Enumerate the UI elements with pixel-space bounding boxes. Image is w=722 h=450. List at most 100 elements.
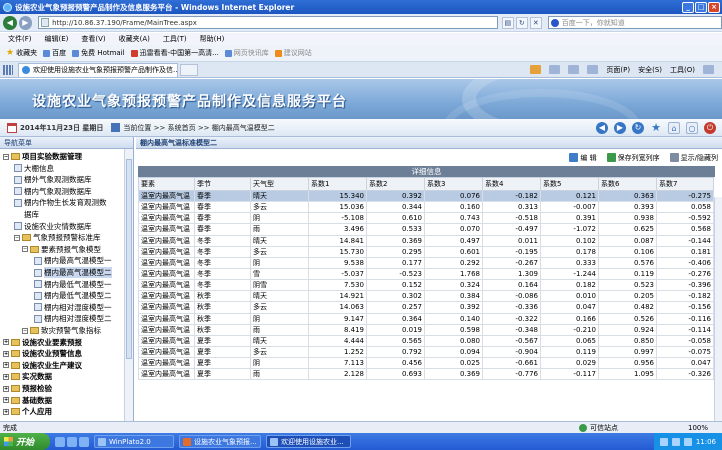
column-header[interactable]: 季节 [194, 177, 251, 191]
expand-toggle-icon[interactable]: + [3, 373, 9, 380]
fav-item-hotmail[interactable]: 免费 Hotmail [72, 48, 125, 58]
fav-item-xunlei[interactable]: 迅雷看看-中国第一高清... [130, 48, 219, 58]
tray-security-icon[interactable] [683, 437, 692, 446]
column-header[interactable]: 系数5 [540, 177, 599, 191]
stop-icon[interactable]: ✕ [529, 16, 542, 29]
tree-root-item[interactable]: + 个人应用 [3, 406, 52, 417]
refresh-icon[interactable]: ↻ [632, 121, 644, 134]
expand-toggle-icon[interactable]: + [3, 397, 9, 404]
cmd-tools[interactable]: 工具(O) [670, 65, 695, 75]
zoom-level[interactable]: 100% [688, 424, 708, 432]
power-icon[interactable]: ⏻ [704, 121, 716, 134]
feeds-icon[interactable] [549, 65, 561, 74]
expand-toggle-icon[interactable]: + [3, 385, 9, 392]
task-ie[interactable]: 欢迎使用设施农业... [266, 435, 351, 448]
tree-leaf-item[interactable]: 设施农业灾情数据库 [14, 221, 92, 232]
tab-main[interactable]: 欢迎使用设施农业气象预报预警产品制作及信... [18, 62, 178, 77]
home-icon[interactable] [530, 65, 542, 74]
table-row[interactable]: 温室内最高气温 夏季雨 2.128 0.693 0.369 -0.776 -0.117 1.0… [138, 368, 714, 381]
fav-item-suggested[interactable]: 建议网站 [274, 48, 312, 58]
table-row[interactable]: 温室内最高气温 冬季 晴天 14.841 0.369 0.497 0.011 0.102 0.0… [138, 234, 714, 247]
cmd-page[interactable]: 页面(P) [606, 65, 630, 75]
column-header[interactable]: 系数1 [308, 177, 367, 191]
expand-toggle-icon[interactable]: − [22, 327, 28, 334]
task-winplato[interactable]: WinPlato2.0 [94, 435, 174, 448]
menu-file[interactable]: 文件(F) [8, 34, 32, 44]
ie-quicklaunch-icon[interactable] [55, 436, 65, 447]
favorite-star-icon[interactable]: ★ [650, 121, 662, 134]
menu-view[interactable]: 查看(V) [81, 34, 105, 44]
scrollbar-thumb[interactable] [126, 159, 132, 359]
tree-leaf-item[interactable]: 棚内气象观测数据库 [14, 186, 92, 197]
tree-leaf-item[interactable]: 棚内作物生长发育观测数 [14, 197, 107, 208]
security-zone[interactable]: 可信站点 [578, 423, 618, 433]
search-icon[interactable]: ○ [686, 121, 698, 134]
table-row[interactable]: 温室内最高气温 夏季 多云 1.252 0.792 0.094 -0.904 0.119 0.9… [138, 345, 714, 359]
show-hide-columns-button[interactable]: 显示/隐藏列 [669, 153, 718, 163]
minimize-button[interactable]: _ [682, 1, 694, 13]
tree-root-item[interactable]: + 预报检验 [3, 383, 52, 394]
table-row[interactable]: 温室内最高气温 冬季 阴雪 7.530 0.152 0.324 0.164 0.182 0.52… [138, 279, 714, 292]
column-header[interactable]: 系数7 [656, 177, 714, 191]
tree-leaf-item[interactable]: 棚内最低气温模型二 [34, 290, 112, 301]
breadcrumb-path[interactable]: >> 系统首页 >> 棚内最高气温模型二 [154, 124, 275, 132]
table-row[interactable]: 温室内最高气温 春季阴 -5.108 0.610 0.743 -0.518 0.391 0.9… [138, 212, 714, 225]
expand-toggle-icon[interactable]: + [3, 350, 9, 357]
new-tab-button[interactable] [180, 63, 198, 76]
menu-favorites[interactable]: 收藏夹(A) [119, 34, 150, 44]
cmd-safety[interactable]: 安全(S) [638, 65, 662, 75]
home-icon[interactable]: ⌂ [668, 121, 680, 134]
table-row[interactable]: 温室内最高气温 秋季 多云 14.063 0.257 0.392 -0.336 0.047 0.… [138, 301, 714, 314]
tree-root-item[interactable]: + 设施农业生产建议 [3, 360, 82, 371]
menu-help[interactable]: 帮助(H) [200, 34, 225, 44]
table-row[interactable]: 温室内最高气温 冬季 多云 15.730 0.295 0.601 -0.195 0.178 0.… [138, 245, 714, 258]
column-header[interactable]: 系数6 [598, 177, 657, 191]
compat-view-icon[interactable]: ▤ [501, 16, 514, 29]
forward-button[interactable]: ▶ [18, 15, 33, 30]
tree-root-item[interactable]: + 设施农业要素预报 [3, 337, 82, 348]
expand-toggle-icon[interactable]: − [22, 246, 28, 253]
table-row[interactable]: 温室内最高气温 冬季阴 9.538 0.177 0.292 -0.267 0.333 0.57… [138, 256, 714, 269]
url-field[interactable]: http://10.86.37.190/Frame/MainTree.aspx [38, 16, 498, 29]
refresh-icon[interactable]: ↻ [515, 16, 528, 29]
tree-root-item[interactable]: + 设施农业预警信息 [3, 348, 82, 359]
maximize-button[interactable]: □ [695, 1, 707, 13]
desktop-quicklaunch-icon[interactable] [67, 436, 77, 447]
print-icon[interactable] [587, 65, 599, 74]
tree-leaf-item[interactable]: 棚内最高气温模型二 [34, 267, 112, 278]
expand-toggle-icon[interactable]: + [3, 339, 9, 346]
table-row[interactable]: 温室内最高气温 夏季 晴天 4.444 0.565 0.080 -0.567 0.065 0.8… [138, 334, 714, 347]
column-header[interactable]: 系数2 [366, 177, 425, 191]
tray-volume-icon[interactable] [671, 437, 680, 446]
tree-root-item[interactable]: + 基础数据 [3, 395, 52, 406]
column-header[interactable]: 要素 [138, 177, 195, 191]
tree-leaf-item[interactable]: 棚内相对湿度模型一 [34, 302, 112, 313]
table-row[interactable]: 温室内最高气温 秋季 晴天 14.921 0.302 0.384 -0.086 0.010 0.… [138, 290, 714, 303]
expand-toggle-icon[interactable]: + [3, 408, 9, 415]
save-column-order-button[interactable]: 保存列宽列序 [606, 153, 660, 163]
table-row[interactable]: 温室内最高气温 秋季阴 9.147 0.364 0.140 -0.322 0.166 0.52… [138, 312, 714, 325]
tree-root-item[interactable]: − 项目实验数据管理 [3, 151, 82, 162]
close-button[interactable]: × [708, 1, 720, 13]
help-icon[interactable] [703, 65, 714, 74]
folder-quicklaunch-icon[interactable] [79, 436, 89, 447]
table-row[interactable]: 温室内最高气温 冬季雪 -5.037 -0.523 1.768 1.309 -1.244 0.… [138, 267, 714, 281]
forward-arrow-icon[interactable]: ▶ [614, 121, 626, 134]
table-row[interactable]: 温室内最高气温 春季 晴天 15.340 0.392 0.076 -0.182 0.121 0.… [138, 189, 714, 203]
tree-leaf-item[interactable]: 棚外气象观测数据库 [14, 174, 92, 185]
favorites-button[interactable]: ★ 收藏夹 [6, 48, 37, 58]
tree-leaf-item[interactable]: 大棚信息 [14, 163, 54, 174]
table-row[interactable]: 温室内最高气温 秋季雨 8.419 0.019 0.598 -0.348 -0.210 0.9… [138, 323, 714, 336]
column-header[interactable]: 天气型 [250, 177, 309, 191]
menu-edit[interactable]: 编辑(E) [45, 34, 69, 44]
fav-item-webslice[interactable]: 网页快讯库 [224, 48, 269, 58]
tree-leaf-item[interactable]: 棚内最高气温模型一 [34, 255, 112, 266]
tree-folder-item[interactable]: − 要素预报气象模型 [22, 244, 101, 255]
expand-toggle-icon[interactable]: + [3, 362, 9, 369]
expand-toggle-icon[interactable]: − [14, 234, 20, 241]
grid-scrollbar[interactable] [714, 197, 722, 421]
search-input[interactable]: 百度一下，你就知道 [547, 16, 722, 29]
tray-network-icon[interactable] [659, 437, 668, 446]
tree-folder-item[interactable]: − 致灾预警气象指标 [22, 325, 101, 336]
tree-leaf-item[interactable]: 据库 [24, 209, 39, 220]
